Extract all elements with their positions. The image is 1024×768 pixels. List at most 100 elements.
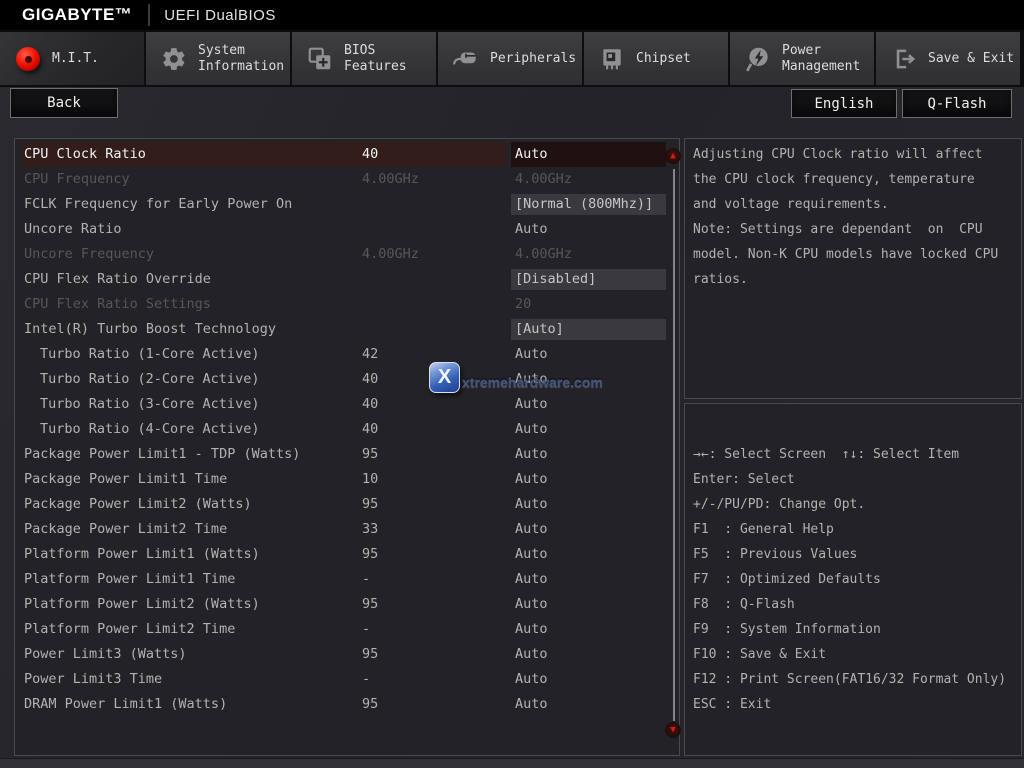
language-button[interactable]: English: [791, 89, 897, 118]
setting-row[interactable]: Uncore Ratio Auto: [15, 217, 679, 242]
setting-label: Platform Power Limit1 (Watts): [24, 542, 260, 567]
scroll-up-icon[interactable]: ▲: [665, 148, 681, 164]
tab-label: Peripherals: [490, 51, 576, 67]
setting-label: Uncore Frequency: [24, 242, 154, 267]
tab-save-exit[interactable]: Save & Exit: [876, 32, 1020, 85]
tab-system-information[interactable]: System Information: [146, 32, 290, 85]
lightning-icon: [743, 44, 773, 74]
setting-current-value: 40: [362, 392, 378, 417]
qflash-button[interactable]: Q-Flash: [902, 89, 1012, 118]
setting-option-value: 20: [515, 292, 531, 317]
watermark-text: xtremehardware.com: [462, 374, 603, 390]
tab-peripherals[interactable]: Peripherals: [438, 32, 582, 85]
setting-row[interactable]: CPU Flex Ratio Settings20: [15, 292, 679, 317]
setting-label: Turbo Ratio (4-Core Active): [40, 417, 259, 442]
setting-row[interactable]: Turbo Ratio (3-Core Active)40Auto: [15, 392, 679, 417]
setting-current-value: 4.00GHz: [362, 167, 419, 192]
help-text-line: ratios.: [685, 267, 1021, 292]
setting-current-value: 33: [362, 517, 378, 542]
setting-option-value: Auto: [515, 517, 548, 542]
setting-current-value: 95: [362, 592, 378, 617]
header-divider: [148, 4, 150, 26]
help-text-line: model. Non-K CPU models have locked CPU: [685, 242, 1021, 267]
setting-option-value: Auto: [515, 617, 548, 642]
key-legend-line: F1 : General Help: [685, 517, 1021, 542]
setting-option-value: Auto: [515, 692, 548, 717]
setting-option-box[interactable]: [Auto]: [511, 319, 666, 340]
setting-option-box[interactable]: [Disabled]: [511, 269, 666, 290]
scroll-down-icon[interactable]: ▼: [665, 722, 681, 738]
footer-strip: [0, 758, 1024, 768]
setting-option-value: Auto: [515, 667, 548, 692]
tab-bios-features[interactable]: BIOS Features: [292, 32, 436, 85]
setting-option-value: Auto: [515, 142, 548, 167]
setting-label: Package Power Limit2 (Watts): [24, 492, 252, 517]
setting-current-value: 95: [362, 542, 378, 567]
setting-row[interactable]: Platform Power Limit2 (Watts)95Auto: [15, 592, 679, 617]
setting-current-value: 40: [362, 417, 378, 442]
back-button[interactable]: Back: [10, 88, 118, 118]
setting-label: CPU Flex Ratio Override: [24, 267, 211, 292]
tab-power-management[interactable]: Power Management: [730, 32, 874, 85]
setting-row[interactable]: Package Power Limit1 Time10Auto: [15, 467, 679, 492]
setting-label: Package Power Limit1 Time: [24, 467, 227, 492]
setting-row[interactable]: DRAM Power Limit1 (Watts)95Auto: [15, 692, 679, 717]
setting-row[interactable]: Uncore Frequency4.00GHz4.00GHz: [15, 242, 679, 267]
setting-option-value: Auto: [515, 442, 548, 467]
setting-row[interactable]: Intel(R) Turbo Boost Technology[Auto]: [15, 317, 679, 342]
setting-label: Package Power Limit2 Time: [24, 517, 227, 542]
setting-row[interactable]: FCLK Frequency for Early Power On[Normal…: [15, 192, 679, 217]
setting-row[interactable]: Package Power Limit1 - TDP (Watts)95Auto: [15, 442, 679, 467]
setting-row[interactable]: Power Limit3 (Watts)95Auto: [15, 642, 679, 667]
setting-label: CPU Clock Ratio: [24, 142, 146, 167]
setting-current-value: 10: [362, 467, 378, 492]
setting-current-value: 40: [362, 367, 378, 392]
setting-option-value: Auto: [515, 642, 548, 667]
title-bar: GIGABYTE™ UEFI DualBIOS: [0, 0, 1024, 30]
setting-row[interactable]: Power Limit3 Time-Auto: [15, 667, 679, 692]
setting-row[interactable]: CPU Clock Ratio40Auto: [15, 142, 679, 167]
tab-chipset[interactable]: Chipset: [584, 32, 728, 85]
help-text-line: and voltage requirements.: [685, 192, 1021, 217]
setting-label: Uncore Ratio: [24, 217, 122, 242]
setting-row[interactable]: Platform Power Limit1 (Watts)95Auto: [15, 542, 679, 567]
gigabyte-logo: GIGABYTE™: [22, 5, 132, 25]
setting-current-value: 95: [362, 492, 378, 517]
setting-current-value: 95: [362, 692, 378, 717]
setting-option-value: Auto: [515, 217, 548, 242]
setting-row[interactable]: CPU Frequency4.00GHz4.00GHz: [15, 167, 679, 192]
setting-label: Package Power Limit1 - TDP (Watts): [24, 442, 300, 467]
item-help-text: Adjusting CPU Clock ratio will affectthe…: [685, 139, 1021, 292]
tab-mit[interactable]: M.I.T.: [0, 32, 144, 85]
settings-list-panel: CPU Clock Ratio40AutoCPU Frequency4.00GH…: [14, 138, 680, 756]
key-legend-line: Enter: Select: [685, 467, 1021, 492]
key-legend-line: F12 : Print Screen(FAT16/32 Format Only): [685, 667, 1021, 692]
setting-row[interactable]: Package Power Limit2 (Watts)95Auto: [15, 492, 679, 517]
scrollbar-track[interactable]: [673, 169, 675, 721]
key-legend-line: F5 : Previous Values: [685, 542, 1021, 567]
setting-current-value: 4.00GHz: [362, 242, 419, 267]
tab-bar: M.I.T. System InformationBIOS Features Per…: [0, 30, 1024, 87]
tab-label: System Information: [198, 43, 284, 75]
setting-label: Platform Power Limit2 (Watts): [24, 592, 260, 617]
setting-option-box[interactable]: [Normal (800Mhz)]: [511, 194, 666, 215]
tab-label: Save & Exit: [928, 51, 1014, 67]
watermark: X xtremehardware.com: [429, 362, 603, 393]
setting-row[interactable]: CPU Flex Ratio Override [Disabled]: [15, 267, 679, 292]
setting-row[interactable]: Platform Power Limit2 Time-Auto: [15, 617, 679, 642]
setting-row[interactable]: Platform Power Limit1 Time-Auto: [15, 567, 679, 592]
help-text-line: Note: Settings are dependant on CPU: [685, 217, 1021, 242]
setting-option-value: Auto: [515, 567, 548, 592]
gear-icon: [159, 44, 189, 74]
setting-label: Power Limit3 Time: [24, 667, 162, 692]
exit-door-icon: [889, 44, 919, 74]
setting-option-value: Auto: [515, 392, 548, 417]
bios-chip-icon: [305, 44, 335, 74]
setting-row[interactable]: Turbo Ratio (4-Core Active)40Auto: [15, 417, 679, 442]
setting-current-value: -: [362, 617, 370, 642]
setting-row[interactable]: Package Power Limit2 Time 33 Auto: [15, 517, 679, 542]
mouse-icon: [451, 44, 481, 74]
page-title: UEFI DualBIOS: [164, 7, 276, 24]
setting-current-value: 42: [362, 342, 378, 367]
key-legend-line: +/-/PU/PD: Change Opt.: [685, 492, 1021, 517]
